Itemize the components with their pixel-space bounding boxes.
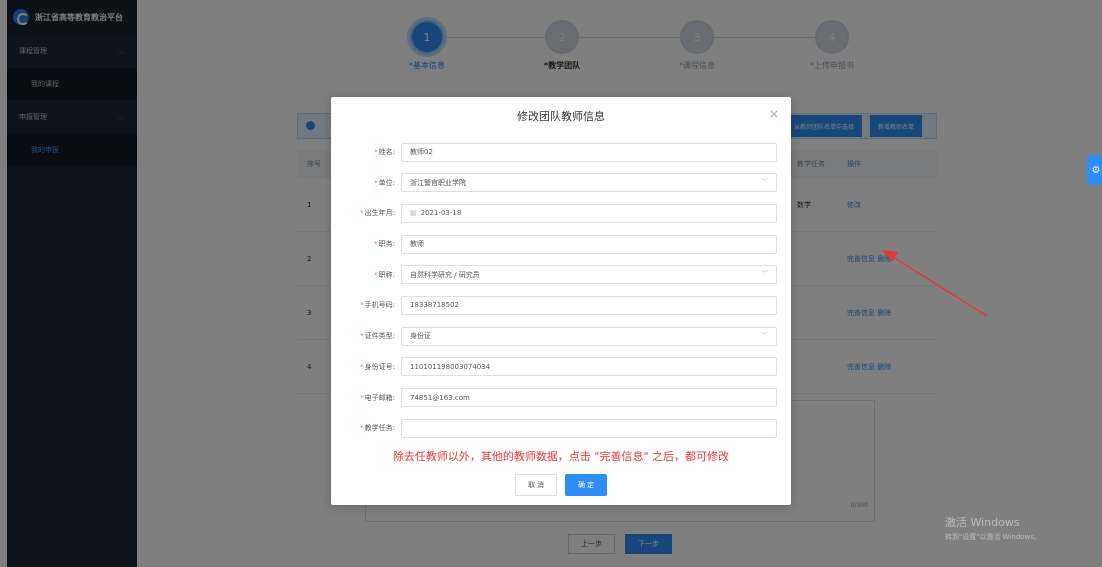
form-row-id-type: *证件类型: 身份证 ﹀ [331, 325, 791, 347]
form-row-title: *职称: 自然科学研究 / 研究员 ﹀ [331, 264, 791, 286]
form-row-email: *电子邮箱: 74851@163.com [331, 387, 791, 409]
modal-title: 修改团队教师信息 [517, 110, 605, 123]
cancel-button[interactable]: 取 消 [515, 473, 557, 496]
unit-select[interactable]: 浙江警官职业学院 ﹀ [401, 173, 777, 193]
birth-date-picker[interactable]: ▦ 2021-03-18 [401, 203, 777, 223]
name-input[interactable]: 教师02 [401, 142, 777, 162]
form-row-birth: *出生年月: ▦ 2021-03-18 [331, 202, 791, 224]
windows-watermark: 激活 Windows 转到"设置"以激活 Windows。 [945, 516, 1041, 541]
phone-input[interactable]: 18338718502 [401, 295, 777, 315]
modal-header: 修改团队教师信息 × [331, 97, 791, 135]
form-row-position: *职务: 教师 [331, 233, 791, 255]
close-icon[interactable]: × [769, 107, 779, 121]
calendar-icon: ▦ [410, 209, 417, 218]
form-row-name: *姓名: 教师02 [331, 141, 791, 163]
teacher-form: *姓名: 教师02 *单位: 浙江警官职业学院 ﹀ *出生年月: ▦ 2021-… [331, 135, 791, 439]
form-row-unit: *单位: 浙江警官职业学院 ﹀ [331, 172, 791, 194]
title-cascader[interactable]: 自然科学研究 / 研究员 ﹀ [401, 265, 777, 285]
chevron-down-icon: ﹀ [761, 331, 768, 340]
id-number-input[interactable]: 110101198003074034 [401, 357, 777, 377]
annotation-note: 除去任教师以外，其他的教师数据，点击 "完善信息" 之后，都可修改 [392, 449, 730, 463]
teaching-task-input[interactable] [401, 418, 777, 438]
form-row-phone: *手机号码: 18338718502 [331, 294, 791, 316]
confirm-button[interactable]: 确 定 [565, 473, 607, 496]
edit-teacher-modal: 修改团队教师信息 × *姓名: 教师02 *单位: 浙江警官职业学院 ﹀ *出生… [331, 97, 791, 505]
modal-footer: 取 消 确 定 [331, 473, 791, 496]
settings-icon[interactable]: ⚙ [1087, 155, 1102, 185]
form-row-id-no: *身份证号: 110101198003074034 [331, 356, 791, 378]
position-input[interactable]: 教师 [401, 234, 777, 254]
chevron-down-icon: ﹀ [761, 270, 768, 279]
id-type-select[interactable]: 身份证 ﹀ [401, 326, 777, 346]
chevron-down-icon: ﹀ [761, 178, 768, 187]
form-row-task: *教学任务: [331, 417, 791, 439]
email-field[interactable]: 74851@163.com [401, 388, 777, 407]
